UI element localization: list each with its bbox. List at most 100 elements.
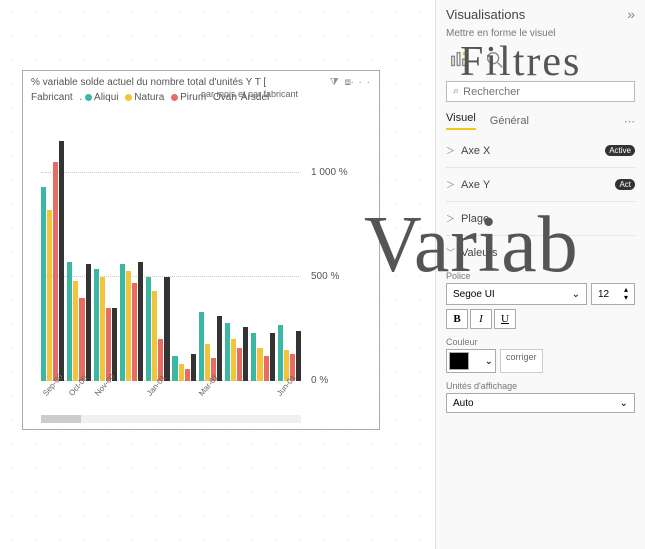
panel-subtitle: Mettre en forme le visuel — [436, 28, 645, 47]
bar-group — [120, 131, 143, 381]
italic-button[interactable]: I — [470, 309, 492, 329]
tabs-more-icon[interactable]: ⋯ — [624, 115, 635, 128]
color-picker[interactable]: ⌄ — [446, 349, 496, 373]
x-axis-labels: Sep-00Oct-00Nov-00Jan-01Mar-01Jun-01 — [41, 384, 301, 393]
chevron-right-icon: ＞ — [446, 144, 455, 157]
y-axis: 0 % 500 % 1 000 % — [311, 131, 361, 381]
bar-group — [41, 131, 64, 381]
chart-menu-icon[interactable]: · · · — [350, 77, 371, 88]
bar-group — [278, 131, 301, 381]
accordion-axe-x[interactable]: ＞ Axe X Active — [446, 136, 635, 165]
legend-dot-aliqui — [85, 94, 92, 101]
bar[interactable] — [251, 333, 256, 381]
bar[interactable] — [172, 356, 177, 381]
accordion-label: Axe X — [461, 145, 490, 157]
tab-visuel[interactable]: Visuel — [446, 112, 476, 130]
bar[interactable] — [217, 316, 222, 381]
bar[interactable] — [278, 325, 283, 381]
bar[interactable] — [100, 277, 105, 381]
chevron-down-icon: ﹀ — [446, 246, 455, 259]
legend-item[interactable]: Natura — [134, 92, 164, 103]
corriger-button[interactable]: corriger — [500, 349, 543, 373]
bar[interactable] — [296, 331, 301, 381]
y-tick: 0 % — [311, 375, 328, 386]
font-size-select[interactable]: 12 ▴▾ — [591, 283, 635, 305]
chart-subtitle: par mois et par fabricant — [193, 89, 306, 103]
field-label-police: Police — [446, 267, 635, 283]
color-swatch — [449, 352, 469, 370]
chevron-down-icon: ⌄ — [572, 289, 580, 300]
field-label-unites: Unités d'affichage — [446, 377, 635, 393]
bar-group — [94, 131, 117, 381]
bar[interactable] — [132, 283, 137, 381]
accordion-axe-y[interactable]: ＞ Axe Y Act — [446, 170, 635, 199]
bar-group — [199, 131, 222, 381]
bar[interactable] — [270, 333, 275, 381]
bar-group — [67, 131, 90, 381]
bar[interactable] — [138, 262, 143, 381]
bar[interactable] — [86, 264, 91, 381]
status-badge: Act — [615, 179, 635, 190]
accordion-valeurs[interactable]: ﹀ Valeurs — [446, 238, 635, 267]
analytics-icon[interactable] — [482, 47, 508, 73]
bold-button[interactable]: B — [446, 309, 468, 329]
accordion-label: Plage — [461, 213, 489, 225]
chart-visual[interactable]: % variable solde actuel du nombre total … — [22, 70, 380, 430]
bar[interactable] — [225, 323, 230, 381]
bar[interactable] — [47, 210, 52, 381]
field-label-couleur: Couleur — [446, 333, 635, 349]
bar[interactable] — [126, 271, 131, 381]
bar[interactable] — [120, 264, 125, 381]
font-family-select[interactable]: Segoe UI ⌄ — [446, 283, 587, 305]
bar[interactable] — [112, 308, 117, 381]
bar[interactable] — [106, 308, 111, 381]
tab-general[interactable]: Général — [490, 115, 529, 127]
search-input[interactable] — [463, 86, 628, 98]
legend-dot-natura — [125, 94, 132, 101]
bar[interactable] — [146, 277, 151, 381]
bar[interactable] — [53, 162, 58, 381]
bar[interactable] — [164, 277, 169, 381]
legend-dot-pirum — [171, 94, 178, 101]
bar[interactable] — [152, 291, 157, 381]
chevron-right-icon: ＞ — [446, 212, 455, 225]
accordion-label: Valeurs — [461, 247, 497, 259]
legend-label: Fabricant — [31, 92, 73, 103]
chevron-right-icon: ＞ — [446, 178, 455, 191]
bar[interactable] — [73, 281, 78, 381]
horizontal-scrollbar[interactable] — [41, 415, 301, 423]
y-tick: 500 % — [311, 271, 339, 282]
bar[interactable] — [67, 262, 72, 381]
accordion-label: Axe Y — [461, 179, 490, 191]
bar[interactable] — [79, 298, 84, 381]
bar-group — [172, 131, 195, 381]
bar-group — [225, 131, 248, 381]
panel-title: Visualisations — [446, 7, 525, 22]
bar[interactable] — [231, 339, 236, 381]
display-units-select[interactable]: Auto ⌄ — [446, 393, 635, 413]
bar[interactable] — [94, 269, 99, 382]
bar[interactable] — [41, 187, 46, 381]
select-value: Auto — [453, 398, 474, 409]
bar[interactable] — [243, 327, 248, 381]
visualizations-panel: Visualisations » Mettre en forme le visu… — [435, 0, 645, 549]
filter-icon[interactable]: ⧩ — [330, 77, 339, 88]
legend-item[interactable]: Aliqui — [94, 92, 118, 103]
search-icon: ⌕ — [453, 85, 459, 98]
bar[interactable] — [59, 141, 64, 381]
accordion-plage[interactable]: ＞ Plage — [446, 204, 635, 233]
expand-panel-icon[interactable]: » — [627, 6, 635, 22]
bar-group — [251, 131, 274, 381]
status-badge: Active — [605, 145, 635, 156]
underline-button[interactable]: U — [494, 309, 516, 329]
chevron-down-icon: ⌄ — [485, 356, 493, 367]
stepper-icon: ▴▾ — [624, 286, 628, 302]
chart-title: % variable solde actuel du nombre total … — [23, 71, 379, 90]
chevron-down-icon: ⌄ — [620, 398, 628, 409]
select-value: Segoe UI — [453, 289, 495, 300]
y-tick: 1 000 % — [311, 167, 348, 178]
format-visual-icon[interactable] — [446, 47, 472, 73]
bar-group — [146, 131, 169, 381]
search-box[interactable]: ⌕ — [446, 81, 635, 102]
bar[interactable] — [199, 312, 204, 381]
